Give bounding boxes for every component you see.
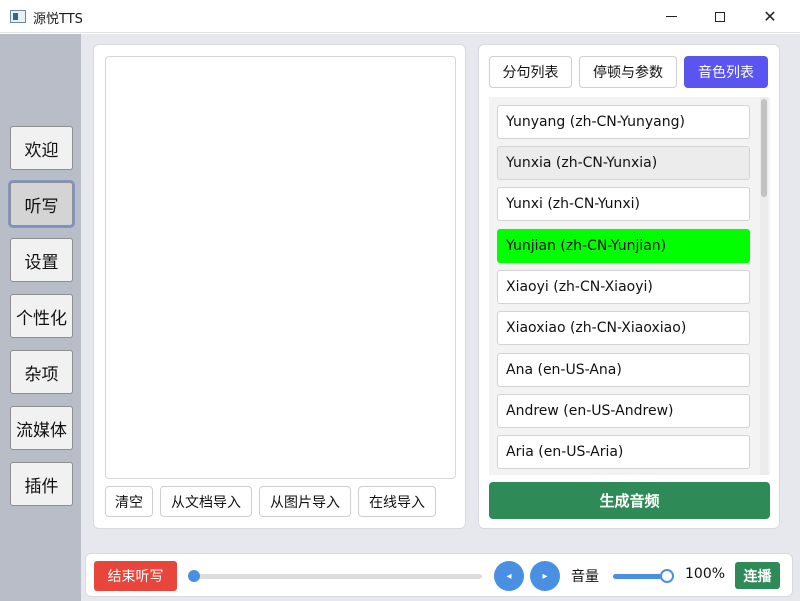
voice-item-aria[interactable]: Aria (en-US-Aria): [497, 435, 750, 469]
voice-item-yunyang[interactable]: Yunyang (zh-CN-Yunyang): [497, 105, 750, 139]
scrollbar-thumb[interactable]: [761, 99, 767, 197]
sidebar-item-settings[interactable]: 设置: [10, 238, 73, 282]
volume-label: 音量: [571, 569, 599, 585]
sidebar-item-misc[interactable]: 杂项: [10, 350, 73, 394]
import-online-button[interactable]: 在线导入: [358, 486, 436, 517]
voice-item-yunxi[interactable]: Yunxi (zh-CN-Yunxi): [497, 187, 750, 221]
previous-icon: ◂: [506, 570, 512, 582]
import-document-button[interactable]: 从文档导入: [160, 486, 252, 517]
stop-dictation-button[interactable]: 结束听写: [94, 561, 177, 591]
volume-value: 100%: [685, 566, 726, 582]
minimize-button[interactable]: [648, 0, 694, 33]
generate-audio-button[interactable]: 生成音频: [489, 482, 770, 519]
sidebar-item-dictation[interactable]: 听写: [10, 182, 73, 226]
title-bar: 源悦TTS ✕: [0, 0, 800, 33]
sidebar-item-welcome[interactable]: 欢迎: [10, 126, 73, 170]
tab-pause-params[interactable]: 停顿与参数: [579, 56, 677, 88]
sidebar-item-streaming[interactable]: 流媒体: [10, 406, 73, 450]
options-panel: 分句列表 停顿与参数 音色列表 Yunyang (zh-CN-Yunyang) …: [478, 44, 780, 529]
voice-item-yunjian[interactable]: Yunjian (zh-CN-Yunjian): [497, 229, 750, 263]
minimize-icon: [665, 16, 677, 17]
previous-button[interactable]: ◂: [494, 561, 524, 591]
maximize-icon: [715, 11, 725, 22]
window-title: 源悦TTS: [33, 12, 83, 27]
sidebar-item-personalize[interactable]: 个性化: [10, 294, 73, 338]
app-icon: [10, 10, 26, 23]
continuous-play-button[interactable]: 连播: [735, 562, 780, 589]
voice-item-xiaoxiao[interactable]: Xiaoxiao (zh-CN-Xiaoxiao): [497, 311, 750, 345]
text-input[interactable]: [105, 56, 456, 479]
tab-voice-list[interactable]: 音色列表: [684, 56, 768, 88]
progress-handle[interactable]: [188, 570, 200, 582]
progress-slider[interactable]: [192, 574, 482, 579]
volume-handle[interactable]: [660, 569, 674, 583]
import-image-button[interactable]: 从图片导入: [259, 486, 351, 517]
voice-item-yunxia[interactable]: Yunxia (zh-CN-Yunxia): [497, 146, 750, 180]
clear-button[interactable]: 清空: [105, 486, 153, 517]
voice-list: Yunyang (zh-CN-Yunyang) Yunxia (zh-CN-Yu…: [489, 97, 770, 475]
editor-panel: 清空 从文档导入 从图片导入 在线导入: [93, 44, 466, 529]
next-button[interactable]: ▸: [530, 561, 560, 591]
voice-list-scrollbar[interactable]: [760, 97, 768, 475]
next-icon: ▸: [542, 570, 548, 582]
tab-sentence-list[interactable]: 分句列表: [489, 56, 572, 88]
maximize-button[interactable]: [697, 0, 743, 33]
sidebar-item-plugins[interactable]: 插件: [10, 462, 73, 506]
voice-item-andrew[interactable]: Andrew (en-US-Andrew): [497, 394, 750, 428]
main-area: 清空 从文档导入 从图片导入 在线导入 分句列表 停顿与参数 音色列表 Yuny…: [81, 34, 800, 601]
close-icon: ✕: [763, 7, 777, 26]
sidebar: 欢迎 听写 设置 个性化 杂项 流媒体 插件: [0, 34, 81, 601]
voice-item-xiaoyi[interactable]: Xiaoyi (zh-CN-Xiaoyi): [497, 270, 750, 304]
voice-item-ana[interactable]: Ana (en-US-Ana): [497, 353, 750, 387]
close-button[interactable]: ✕: [747, 0, 793, 33]
player-bar: 结束听写 ◂ ▸ 音量 100% 连播: [85, 553, 793, 597]
